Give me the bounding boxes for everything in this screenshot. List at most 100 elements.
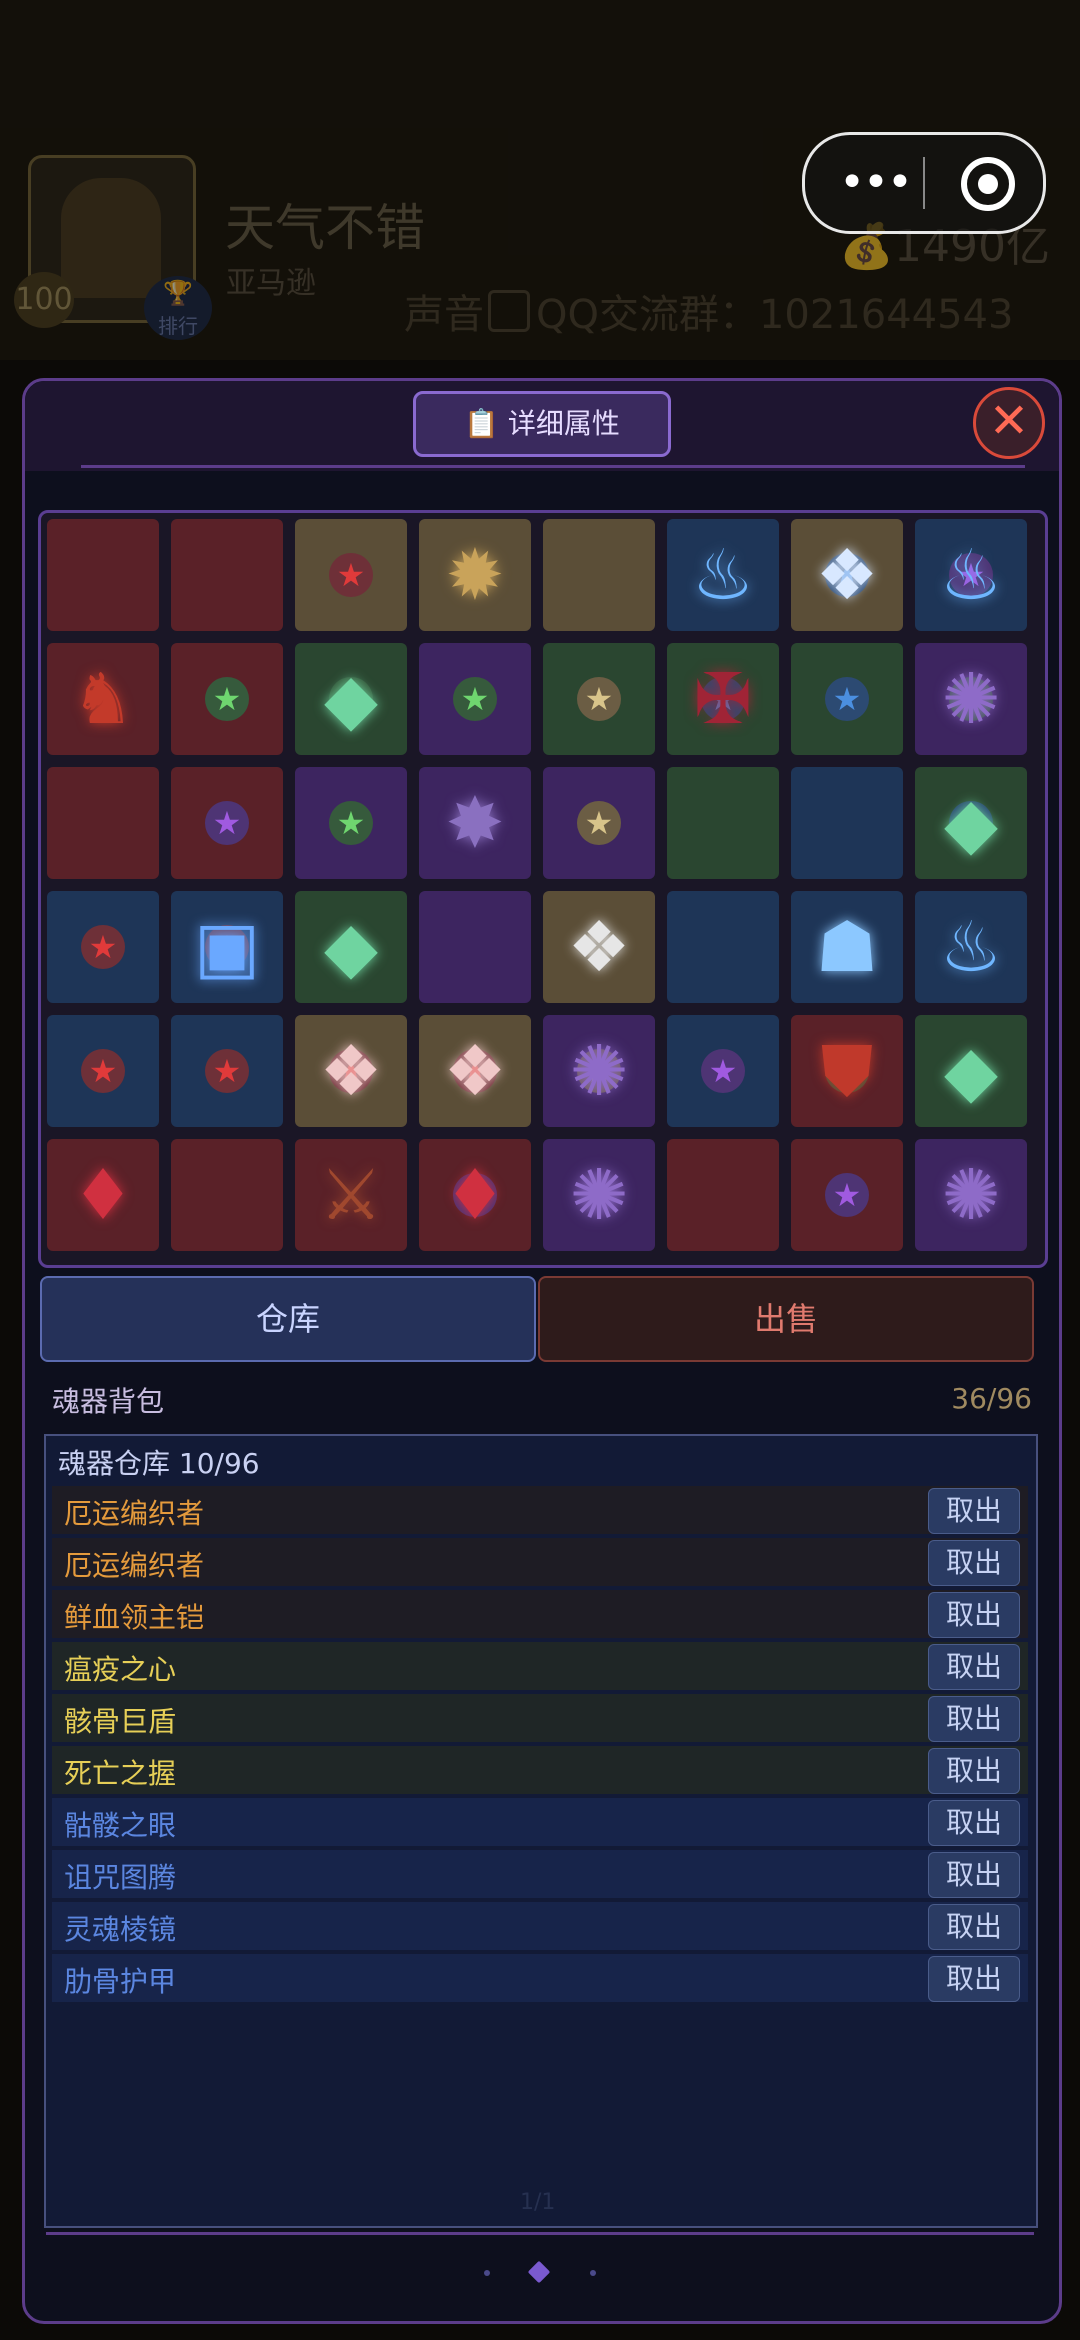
grid-cell[interactable] (667, 767, 779, 879)
grid-cell[interactable] (791, 767, 903, 879)
grid-cell[interactable]: ★ (667, 1015, 779, 1127)
grid-cell[interactable]: ★ ✠ (667, 643, 779, 755)
list-item[interactable]: 肋骨护甲 取出 (52, 1954, 1028, 2002)
grid-cell[interactable]: ★ ✺ (543, 1015, 655, 1127)
grid-cell[interactable]: ✺ (543, 1139, 655, 1251)
grid-cell[interactable]: ⚔ (295, 1139, 407, 1251)
pager-dot[interactable] (590, 2270, 596, 2276)
grid-cell[interactable]: ◆ (915, 1015, 1027, 1127)
list-item[interactable]: 灵魂棱镜 取出 (52, 1902, 1028, 1950)
take-out-button[interactable]: 取出 (928, 1748, 1020, 1794)
grid-cell[interactable]: ♞ (47, 643, 159, 755)
purple-rune-orb-icon[interactable]: ✺ (549, 1021, 649, 1121)
list-item[interactable]: 瘟疫之心 取出 (52, 1642, 1028, 1690)
grid-cell[interactable]: ★ ◆ (915, 767, 1027, 879)
blue-chest-icon[interactable]: ▣ (177, 897, 277, 997)
lantern-icon[interactable]: ☗ (797, 897, 897, 997)
grid-cell[interactable]: ★ (791, 643, 903, 755)
green-gem-icon[interactable]: ◆ (921, 1021, 1021, 1121)
purple-rune-orb-icon[interactable]: ✺ (921, 649, 1021, 749)
purple-rune-orb-icon[interactable]: ✺ (921, 1145, 1021, 1245)
bone-spine-icon[interactable]: ✹ (425, 525, 525, 625)
list-item[interactable]: 厄运编织者 取出 (52, 1486, 1028, 1534)
green-gem-icon[interactable]: ◆ (301, 649, 401, 749)
grid-cell[interactable]: ★ (543, 643, 655, 755)
list-item[interactable]: 死亡之握 取出 (52, 1746, 1028, 1794)
grid-cell[interactable] (171, 519, 283, 631)
red-teardrop-amulet-icon[interactable]: ♦ (53, 1145, 153, 1245)
grid-cell[interactable]: ★ (171, 1015, 283, 1127)
take-out-button[interactable]: 取出 (928, 1800, 1020, 1846)
grid-cell[interactable]: ♦ (47, 1139, 159, 1251)
more-menu-button[interactable]: ••• (835, 161, 915, 205)
grid-cell[interactable]: ★ (791, 1139, 903, 1251)
grid-cell[interactable]: ★ ❖ (791, 519, 903, 631)
grid-cell[interactable] (47, 519, 159, 631)
grid-cell[interactable]: ❖ (543, 891, 655, 1003)
take-out-button[interactable]: 取出 (928, 1852, 1020, 1898)
list-item[interactable]: 诅咒图腾 取出 (52, 1850, 1028, 1898)
take-out-button[interactable]: 取出 (928, 1696, 1020, 1742)
grid-cell[interactable] (667, 1139, 779, 1251)
rank-button[interactable]: 🏆 排行 (144, 276, 212, 340)
purple-rune-orb-icon[interactable]: ✺ (549, 1145, 649, 1245)
grid-cell[interactable]: ★ (543, 767, 655, 879)
grid-cell[interactable]: ★ (47, 1015, 159, 1127)
list-item[interactable]: 厄运编织者 取出 (52, 1538, 1028, 1586)
grid-cell[interactable] (667, 891, 779, 1003)
bone-dagger-icon[interactable]: ⚔ (301, 1145, 401, 1245)
grid-cell[interactable]: ✺ (915, 1139, 1027, 1251)
green-gem-icon[interactable]: ◆ (301, 897, 401, 997)
sound-checkbox[interactable] (488, 290, 530, 332)
grid-cell[interactable]: ★ ♦ (419, 1139, 531, 1251)
grid-cell[interactable]: ★ (419, 643, 531, 755)
grid-cell[interactable] (419, 891, 531, 1003)
grid-cell[interactable]: ★ (295, 767, 407, 879)
crystal-shard-icon[interactable]: ❖ (797, 525, 897, 625)
blue-flame-totem-icon[interactable]: ♨ (921, 897, 1021, 997)
tab-warehouse[interactable]: 仓库 (40, 1276, 536, 1362)
grid-cell[interactable]: ★ ❖ (419, 1015, 531, 1127)
list-item[interactable]: 鲜血领主铠 取出 (52, 1590, 1028, 1638)
crystal-shard-icon[interactable]: ❖ (549, 897, 649, 997)
grid-cell[interactable] (47, 767, 159, 879)
take-out-button[interactable]: 取出 (928, 1644, 1020, 1690)
take-out-button[interactable]: 取出 (928, 1540, 1020, 1586)
pager-dot[interactable] (484, 2270, 490, 2276)
grid-cell[interactable] (543, 519, 655, 631)
take-out-button[interactable]: 取出 (928, 1956, 1020, 2002)
grid-cell[interactable] (171, 1139, 283, 1251)
grid-cell[interactable]: ★ ◆ (295, 643, 407, 755)
grid-cell[interactable]: ★ (171, 767, 283, 879)
grid-cell[interactable]: ✸ (419, 767, 531, 879)
grid-cell[interactable]: ★ ✺ (915, 643, 1027, 755)
tab-sell[interactable]: 出售 (538, 1276, 1034, 1362)
grid-cell[interactable]: ★ ❖ (295, 1015, 407, 1127)
take-out-button[interactable]: 取出 (928, 1488, 1020, 1534)
blood-lord-armor-icon[interactable]: ♞ (53, 649, 153, 749)
grid-cell[interactable]: ★ ▣ (171, 891, 283, 1003)
blood-shield-icon[interactable]: ⛊ (797, 1021, 897, 1121)
grid-cell[interactable]: ◆ (295, 891, 407, 1003)
detail-attributes-button[interactable]: 📋 详细属性 (413, 391, 671, 457)
green-gem-icon[interactable]: ◆ (921, 773, 1021, 873)
crystal-shard-icon[interactable]: ❖ (425, 1021, 525, 1121)
grid-cell[interactable]: ★ (295, 519, 407, 631)
grid-cell[interactable]: ★ (171, 643, 283, 755)
grid-cell[interactable]: ♨ (667, 519, 779, 631)
grid-cell[interactable]: ★ ⛊ (791, 1015, 903, 1127)
dark-star-sigil-icon[interactable]: ✸ (425, 773, 525, 873)
red-teardrop-amulet-icon[interactable]: ♦ (425, 1145, 525, 1245)
close-button[interactable]: ✕ (973, 387, 1045, 459)
blue-flame-totem-icon[interactable]: ♨ (921, 525, 1021, 625)
list-item[interactable]: 骷髅之眼 取出 (52, 1798, 1028, 1846)
take-out-button[interactable]: 取出 (928, 1592, 1020, 1638)
grid-cell[interactable]: ★ ♨ (915, 519, 1027, 631)
take-out-button[interactable]: 取出 (928, 1904, 1020, 1950)
blue-flame-totem-icon[interactable]: ♨ (673, 525, 773, 625)
grid-cell[interactable]: ☗ (791, 891, 903, 1003)
grid-cell[interactable]: ★ (47, 891, 159, 1003)
exit-target-icon[interactable] (961, 157, 1015, 211)
grid-cell[interactable]: ♨ (915, 891, 1027, 1003)
grid-cell[interactable]: ✹ (419, 519, 531, 631)
